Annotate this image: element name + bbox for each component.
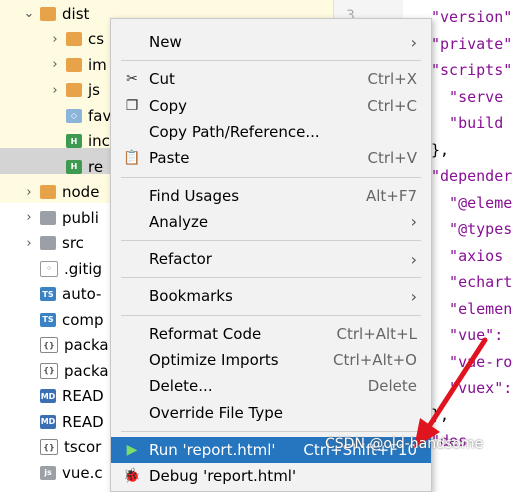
red-arrow-annotation (414, 337, 488, 448)
watermark: CSDN @old-handsome (325, 436, 484, 452)
